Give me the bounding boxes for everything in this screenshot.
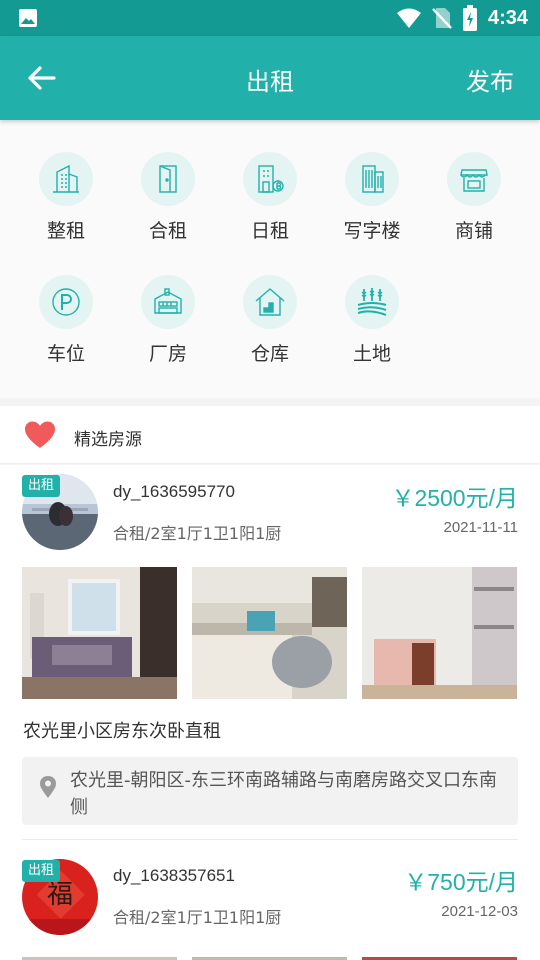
listing-photo[interactable] xyxy=(362,951,517,960)
category-label: 整租 xyxy=(46,220,85,242)
room-spec: 合租/2室1厅1卫1阳1厨 xyxy=(113,524,282,543)
category-grid: 整租 合租 日租 写字楼 商铺 车位 厂房 仓库 土地 xyxy=(0,120,540,398)
category-parking[interactable]: 车位 xyxy=(16,275,116,366)
room-spec: 合租/2室1厅1卫1阳1厨 xyxy=(113,908,282,927)
image-icon xyxy=(19,9,37,27)
category-label: 日租 xyxy=(250,220,289,242)
warehouse-icon xyxy=(243,275,297,329)
heart-icon xyxy=(25,421,55,448)
listing-photo[interactable] xyxy=(192,951,347,960)
app-bar: 出租 发布 xyxy=(0,36,540,120)
listing-photo[interactable] xyxy=(362,567,517,699)
category-label: 厂房 xyxy=(148,343,187,365)
featured-section-header: 精选房源 xyxy=(0,406,540,464)
category-land[interactable]: 土地 xyxy=(322,275,422,366)
category-label: 车位 xyxy=(46,343,85,365)
location-pin-icon xyxy=(40,776,56,798)
factory-icon xyxy=(141,275,195,329)
post-date: 2021-12-03 xyxy=(441,903,518,920)
listing-photo[interactable] xyxy=(22,951,177,960)
status-badge: 出租 xyxy=(22,860,61,882)
shop-icon xyxy=(447,152,501,206)
post-date: 2021-11-11 xyxy=(443,519,518,536)
listing-card[interactable]: 福 出租 dy_1638357651 ￥750元/月 合租/2室1厅1卫1阳1厨… xyxy=(0,840,540,960)
address-text: 农光里-朝阳区-东三环南路辅路与南磨房路交叉口东南侧 xyxy=(70,770,497,818)
category-label: 合租 xyxy=(148,220,187,242)
price: ￥2500元/月 xyxy=(391,485,518,511)
farmland-icon xyxy=(345,275,399,329)
address-box: 农光里-朝阳区-东三环南路辅路与南磨房路交叉口东南侧 xyxy=(22,757,518,825)
username: dy_1638357651 xyxy=(113,866,235,885)
status-badge: 出租 xyxy=(22,475,61,497)
listing-card[interactable]: 出租 dy_1636595770 ￥2500元/月 合租/2室1厅1卫1阳1厨 … xyxy=(0,465,540,840)
daily-building-icon xyxy=(243,152,297,206)
category-whole-rent[interactable]: 整租 xyxy=(16,152,116,243)
no-sim-icon xyxy=(432,8,452,29)
door-icon xyxy=(141,152,195,206)
username: dy_1636595770 xyxy=(113,482,235,501)
page-title: 出租 xyxy=(246,68,294,96)
status-bar: 4:34 xyxy=(0,0,540,36)
wifi-icon xyxy=(396,8,421,28)
clock: 4:34 xyxy=(487,6,528,29)
category-factory[interactable]: 厂房 xyxy=(118,275,218,366)
category-label: 仓库 xyxy=(250,343,289,365)
category-office[interactable]: 写字楼 xyxy=(322,152,422,243)
category-shared-rent[interactable]: 合租 xyxy=(118,152,218,243)
battery-charging-icon xyxy=(462,5,477,31)
listing-photo[interactable] xyxy=(192,567,347,699)
listing-title: 农光里小区房东次卧直租 xyxy=(23,721,221,742)
category-label: 写字楼 xyxy=(343,220,401,242)
category-warehouse[interactable]: 仓库 xyxy=(220,275,320,366)
svg-text:福: 福 xyxy=(47,880,73,910)
category-shop[interactable]: 商铺 xyxy=(424,152,524,243)
category-daily-rent[interactable]: 日租 xyxy=(220,152,320,243)
building-icon xyxy=(39,152,93,206)
section-title: 精选房源 xyxy=(74,430,142,450)
listing-photo[interactable] xyxy=(22,567,177,699)
publish-button[interactable]: 发布 xyxy=(466,62,514,97)
price: ￥750元/月 xyxy=(404,869,518,895)
office-building-icon xyxy=(345,152,399,206)
category-label: 土地 xyxy=(352,343,391,365)
parking-icon xyxy=(39,275,93,329)
category-label: 商铺 xyxy=(454,220,493,242)
